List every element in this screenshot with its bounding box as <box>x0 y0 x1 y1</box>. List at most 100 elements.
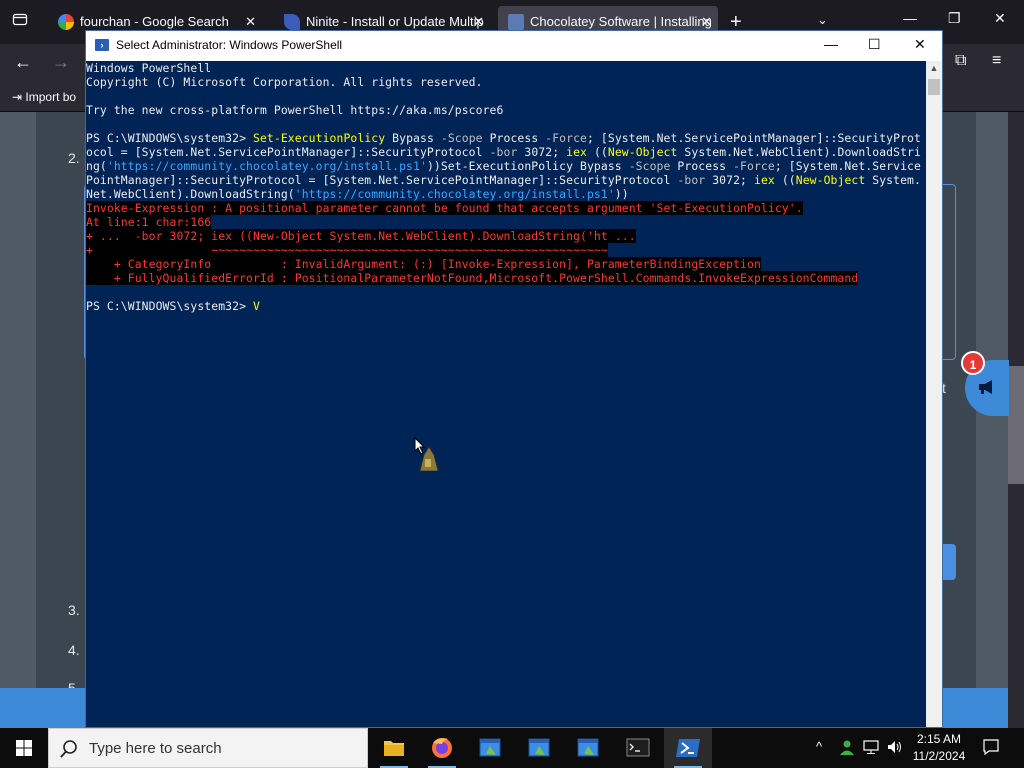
param: -bor <box>677 173 706 187</box>
cmdlet: New-Object <box>795 173 866 187</box>
extensions-icon[interactable]: ⧉ <box>955 52 966 70</box>
restore-icon[interactable]: ❐ <box>948 10 961 27</box>
prompt: PS C:\WINDOWS\system32> <box>86 299 253 313</box>
start-button[interactable] <box>0 728 48 768</box>
arg: ocol = [System.Net.ServicePointManager]:… <box>86 145 490 159</box>
taskbar: Type here to search ^ 2:15 AM 11/2/2024 <box>0 728 1024 768</box>
arg: Process <box>482 131 546 145</box>
chevron-down-icon[interactable]: ⌄ <box>817 12 828 28</box>
scroll-up-icon[interactable]: ▲ <box>926 63 942 73</box>
powershell-window[interactable]: › Select Administrator: Windows PowerShe… <box>85 30 943 728</box>
tab-title: Chocolatey Software | Installing <box>530 14 712 29</box>
list-number: 2. <box>68 150 80 166</box>
window-title: Select Administrator: Windows PowerShell <box>116 38 343 52</box>
minimize-icon[interactable]: — <box>903 10 917 26</box>
network-icon[interactable] <box>862 738 880 759</box>
maximize-icon[interactable]: ☐ <box>868 36 881 53</box>
error-text: + CategoryInfo : InvalidArgument: (:) [I… <box>86 257 761 271</box>
string: 'https://community.chocolatey.org/instal… <box>294 187 615 201</box>
error-line: + ... -bor 3072; iex ((New-Object System… <box>86 229 926 243</box>
prompt: PS C:\WINDOWS\system32> <box>86 131 253 145</box>
tab-list-icon[interactable] <box>8 10 32 34</box>
date: 11/2/2024 <box>912 749 966 763</box>
arg: ; [System.Net.Service <box>774 159 921 173</box>
taskbar-firefox[interactable] <box>418 728 466 768</box>
volume-icon[interactable] <box>886 738 904 759</box>
error-line: Invoke-Expression : A positional paramet… <box>86 201 926 215</box>
app-window-icon <box>577 738 599 757</box>
close-icon[interactable]: ✕ <box>914 36 926 53</box>
command-line: ocol = [System.Net.ServicePointManager]:… <box>86 145 926 159</box>
bookmark-label: Import bo <box>25 90 77 104</box>
app-window-icon <box>479 738 501 757</box>
forward-icon[interactable]: → <box>52 52 70 73</box>
time: 2:15 AM <box>916 732 962 746</box>
error-text: + ... -bor 3072; iex ((New-Object System… <box>86 229 636 243</box>
powershell-titlebar[interactable]: › Select Administrator: Windows PowerShe… <box>86 31 942 61</box>
cmdlet: New-Object <box>607 145 678 159</box>
user-icon[interactable] <box>838 738 856 759</box>
powershell-icon <box>676 739 700 757</box>
taskbar-search[interactable]: Type here to search <box>48 728 368 768</box>
command-line: Net.WebClient).DownloadString('https://c… <box>86 187 926 201</box>
console-output[interactable]: Windows PowerShell Copyright (C) Microso… <box>86 61 926 727</box>
import-bookmarks-link[interactable]: ⇥ Import bo <box>12 90 76 104</box>
arg: )) <box>614 187 629 201</box>
powershell-icon: › <box>95 39 109 51</box>
console-line: Try the new cross-platform PowerShell ht… <box>86 103 504 117</box>
arg: PointManager]::SecurityProtocol = [Syste… <box>86 173 678 187</box>
console-line: Copyright (C) Microsoft Corporation. All… <box>86 75 483 89</box>
scroll-thumb[interactable] <box>928 79 940 95</box>
taskbar-app-2[interactable] <box>515 728 563 768</box>
cmdlet: iex <box>753 173 775 187</box>
import-icon: ⇥ <box>12 90 23 104</box>
param: -Scope <box>628 159 671 173</box>
arg: 3072; <box>705 173 754 187</box>
error-text: + FullyQualifiedErrorId : PositionalPara… <box>86 271 859 285</box>
cmdlet: iex <box>566 145 587 159</box>
windows-icon <box>16 740 32 756</box>
megaphone-icon <box>977 378 997 401</box>
firefox-icon <box>432 738 452 758</box>
arg: System.Net.WebClient).DownloadStri <box>677 145 921 159</box>
taskbar-terminal[interactable] <box>614 728 662 768</box>
taskbar-powershell[interactable] <box>664 728 712 768</box>
taskbar-app-3[interactable] <box>564 728 612 768</box>
menu-icon[interactable]: ≡ <box>992 52 1001 70</box>
minimize-icon[interactable]: — <box>824 36 838 52</box>
list-number: 3. <box>68 602 80 618</box>
notification-badge: 1 <box>961 351 985 375</box>
list-number: 4. <box>68 642 80 658</box>
terminal-icon <box>626 738 650 757</box>
close-icon[interactable]: ✕ <box>994 10 1006 27</box>
prompt-line[interactable]: PS C:\WINDOWS\system32> V <box>86 299 926 313</box>
page-scroll-thumb[interactable] <box>1008 366 1024 484</box>
notifications-icon[interactable] <box>982 738 1000 759</box>
error-text: + ~~~~~~~~~~~~~~~~~~~~~~~~~~~~~~~~~~~~~~… <box>86 243 608 257</box>
tab-title: Ninite - Install or Update Multip <box>306 14 484 29</box>
param: -bor <box>489 145 518 159</box>
back-icon[interactable]: ← <box>14 52 32 73</box>
command-line: ng('https://community.chocolatey.org/ins… <box>86 159 926 173</box>
arg: ; [System.Net.ServicePointManager]::Secu… <box>587 131 921 145</box>
error-line: + CategoryInfo : InvalidArgument: (:) [I… <box>86 257 926 271</box>
google-icon <box>58 14 74 30</box>
folder-icon <box>384 741 404 756</box>
show-hidden-icons[interactable]: ^ <box>816 739 822 754</box>
chocolatey-icon <box>508 14 524 30</box>
param: -Force <box>733 159 775 173</box>
busy-cursor-icon <box>414 436 440 472</box>
taskbar-app-1[interactable] <box>466 728 514 768</box>
arg: System. <box>865 173 921 187</box>
taskbar-file-explorer[interactable] <box>370 728 418 768</box>
arg: ng( <box>86 159 107 173</box>
param: -Scope <box>440 131 483 145</box>
error-text: At line:1 char:166 <box>86 215 212 229</box>
clock[interactable]: 2:15 AM 11/2/2024 <box>908 731 970 765</box>
string: 'https://community.chocolatey.org/instal… <box>106 159 427 173</box>
cmdlet: Set-ExecutionPolicy <box>253 131 386 145</box>
search-placeholder: Type here to search <box>89 740 222 757</box>
console-scrollbar[interactable]: ▲ <box>926 61 942 727</box>
